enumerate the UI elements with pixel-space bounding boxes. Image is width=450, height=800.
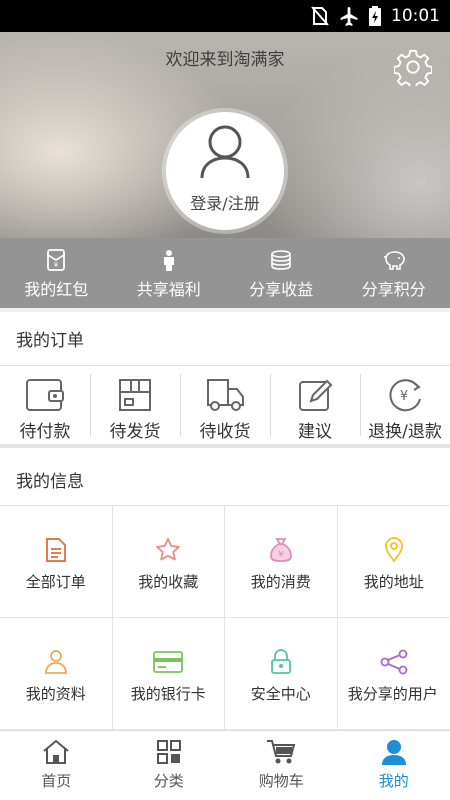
tab-home[interactable]: 首页 xyxy=(0,731,113,800)
info-consumption[interactable]: ¥ 我的消费 xyxy=(225,505,338,618)
quick-link-red-envelope[interactable]: ¥ 我的红包 xyxy=(0,238,113,308)
tab-profile[interactable]: 我的 xyxy=(338,731,450,800)
info-label: 我的银行卡 xyxy=(130,684,206,703)
info-shared-users[interactable]: 我分享的用户 xyxy=(337,618,450,730)
profile-header: 欢迎来到淘满家 登录/注册 xyxy=(0,32,450,238)
bottom-tab-bar: 首页 分类 购物车 我的 xyxy=(0,730,450,800)
tab-label: 分类 xyxy=(153,772,184,790)
order-pending-receipt[interactable]: 待收货 xyxy=(180,366,270,444)
quick-link-label: 我的红包 xyxy=(24,280,89,299)
quick-link-label: 分享收益 xyxy=(249,280,314,299)
order-label: 待收货 xyxy=(199,422,251,442)
document-icon xyxy=(45,538,66,562)
money-bag-icon: ¥ xyxy=(269,538,292,562)
info-label: 我的资料 xyxy=(25,684,86,703)
info-label: 安全中心 xyxy=(250,684,311,703)
info-all-orders[interactable]: 全部订单 xyxy=(0,505,113,618)
share-icon xyxy=(380,649,408,674)
refund-icon: ¥ xyxy=(389,379,421,412)
svg-text:¥: ¥ xyxy=(278,550,284,560)
quick-link-label: 共享福利 xyxy=(136,280,201,299)
no-sim-icon xyxy=(311,6,329,26)
tab-label: 我的 xyxy=(378,772,409,790)
star-icon xyxy=(156,538,181,561)
svg-text:¥: ¥ xyxy=(400,389,408,404)
order-label: 待付款 xyxy=(19,422,71,442)
svg-text:¥: ¥ xyxy=(54,261,59,269)
info-label: 全部订单 xyxy=(25,573,86,591)
red-envelope-icon: ¥ xyxy=(47,249,66,271)
category-icon xyxy=(156,740,181,764)
order-suggestion[interactable]: 建议 xyxy=(270,366,360,444)
coins-icon xyxy=(271,250,292,270)
info-label: 我分享的用户 xyxy=(347,684,438,703)
lock-icon xyxy=(270,648,291,674)
tab-cart[interactable]: 购物车 xyxy=(225,731,338,800)
order-pending-payment[interactable]: 待付款 xyxy=(0,366,90,444)
info-label: 我的收藏 xyxy=(138,573,199,591)
info-grid: 全部订单 我的收藏 ¥ 我的消费 我的地址 我的资料 我的银行卡 安全中心 我分… xyxy=(0,505,450,730)
tab-label: 首页 xyxy=(41,772,72,790)
orders-section-title: 我的订单 xyxy=(0,312,450,366)
gear-icon[interactable] xyxy=(394,48,432,86)
wallet-icon xyxy=(26,379,64,411)
quick-links-bar: ¥ 我的红包 共享福利 分享收益 分享积分 xyxy=(0,238,450,308)
quick-link-share-points[interactable]: 分享积分 xyxy=(338,238,450,308)
info-bank-card[interactable]: 我的银行卡 xyxy=(112,617,225,730)
order-label: 建议 xyxy=(298,422,332,442)
quick-link-label: 分享积分 xyxy=(361,280,426,299)
quick-link-shared-welfare[interactable]: 共享福利 xyxy=(113,238,226,308)
info-security-center[interactable]: 安全中心 xyxy=(225,617,338,730)
location-pin-icon xyxy=(384,537,403,563)
info-label: 我的地址 xyxy=(363,573,424,591)
order-label: 退换/退款 xyxy=(368,422,442,442)
avatar-icon xyxy=(200,125,250,179)
truck-icon xyxy=(207,379,244,411)
battery-charging-icon xyxy=(369,6,381,26)
login-avatar-button[interactable]: 登录/注册 xyxy=(166,112,284,230)
status-time: 10:01 xyxy=(391,6,440,26)
info-favorites[interactable]: 我的收藏 xyxy=(112,505,225,618)
profile-icon xyxy=(381,740,406,765)
order-pending-shipment[interactable]: 待发货 xyxy=(90,366,180,444)
login-register-link[interactable]: 登录/注册 xyxy=(166,190,284,214)
welcome-text: 欢迎来到淘满家 xyxy=(165,50,285,70)
edit-icon xyxy=(299,379,333,411)
info-label: 我的消费 xyxy=(250,573,311,591)
cart-icon xyxy=(267,740,296,764)
info-section-title: 我的信息 xyxy=(0,452,450,506)
box-icon xyxy=(119,379,151,411)
tab-label: 购物车 xyxy=(258,772,304,790)
orders-row: 待付款 待发货 待收货 建议 ¥ 退换/退款 xyxy=(0,366,450,448)
quick-link-share-income[interactable]: 分享收益 xyxy=(225,238,338,308)
bank-card-icon xyxy=(153,650,184,673)
info-address[interactable]: 我的地址 xyxy=(337,505,450,618)
airplane-mode-icon xyxy=(340,7,358,26)
tab-category[interactable]: 分类 xyxy=(113,731,226,800)
order-refund[interactable]: ¥ 退换/退款 xyxy=(360,366,450,444)
info-profile[interactable]: 我的资料 xyxy=(0,617,113,730)
order-label: 待发货 xyxy=(109,422,161,442)
person-icon xyxy=(163,250,174,271)
piggy-bank-icon xyxy=(383,251,405,270)
home-icon xyxy=(43,739,69,764)
status-bar: 10:01 xyxy=(0,0,450,32)
user-icon xyxy=(44,649,67,674)
